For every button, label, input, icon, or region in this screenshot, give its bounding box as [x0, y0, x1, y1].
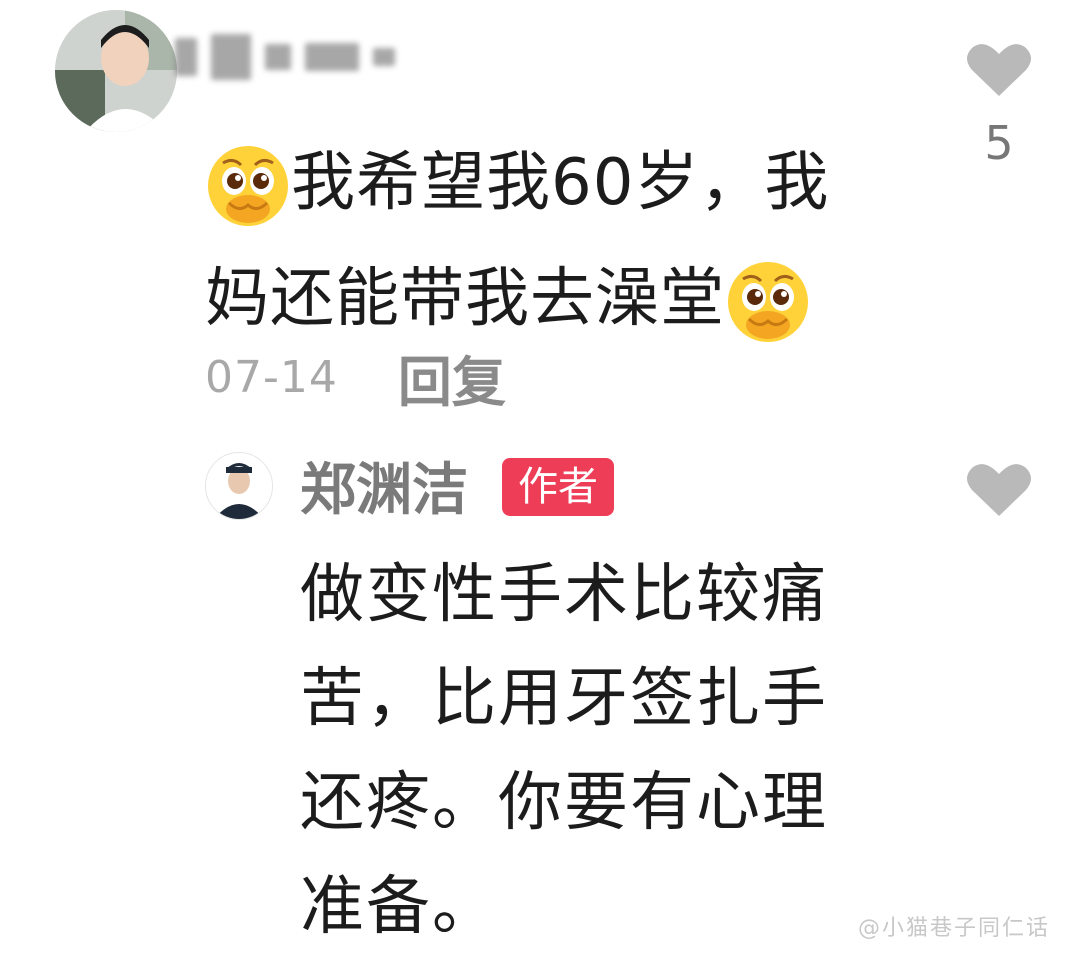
comment-date: 07-14	[205, 352, 338, 403]
commenter-avatar[interactable]	[55, 10, 177, 132]
watermark: @小猫巷子同仁话	[857, 916, 1050, 941]
comment-text: 我希望我60岁，我 妈还能带我去澡堂	[205, 125, 905, 357]
reply-text-line: 做变性手术比较痛	[300, 558, 828, 632]
reply-author-name[interactable]: 郑渊洁	[300, 455, 468, 527]
heart-icon[interactable]	[966, 44, 1032, 102]
reply-text: 做变性手术比较痛 苦，比用牙签扎手 还疼。你要有心理 准备。	[300, 543, 920, 959]
comment-text-line-1: 我希望我60岁，我	[291, 146, 830, 220]
reply-text-line: 准备。	[300, 870, 498, 944]
heart-icon[interactable]	[966, 464, 1032, 522]
reply-text-line: 苦，比用牙签扎手	[300, 662, 828, 736]
reply-author-avatar[interactable]	[205, 452, 273, 520]
reply-button[interactable]: 回复	[398, 338, 506, 417]
commenter-name-redacted	[175, 34, 445, 80]
pleading-face-icon	[725, 259, 811, 345]
reply-like[interactable]	[966, 460, 1032, 522]
comment-like[interactable]: 5	[966, 40, 1032, 170]
pleading-face-icon	[205, 143, 291, 229]
reply-text-line: 还疼。你要有心理	[300, 766, 828, 840]
like-count: 5	[984, 116, 1014, 170]
comment-meta: 07-14 回复	[205, 338, 506, 417]
author-badge: 作者	[502, 458, 614, 516]
comment-text-line-2: 妈还能带我去澡堂	[205, 262, 725, 336]
